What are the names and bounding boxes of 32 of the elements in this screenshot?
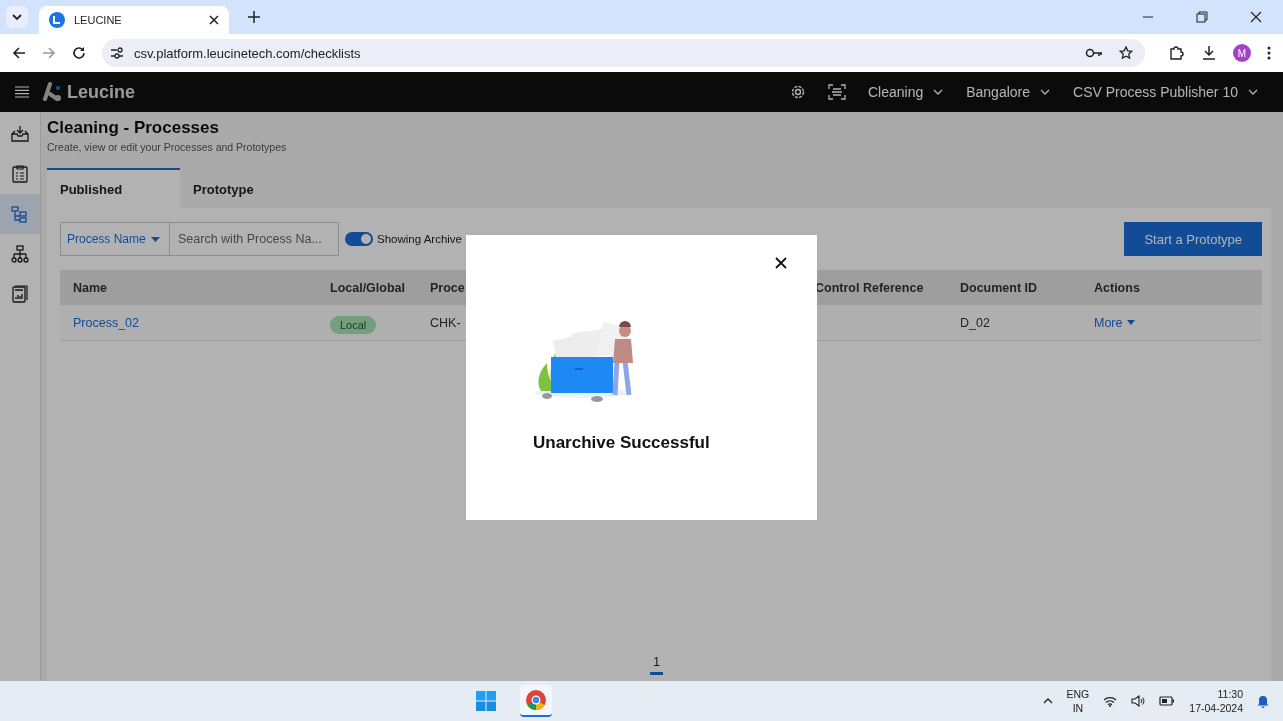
toggle-label: Showing Archive (377, 233, 463, 245)
search-field[interactable]: Search with Process Na... (170, 222, 339, 256)
table-cell: CHK- (430, 315, 461, 330)
column-header: Proce (430, 280, 465, 295)
column-header: Actions (1094, 280, 1140, 295)
page-number[interactable]: 1 (650, 655, 663, 675)
table-cell: D_02 (960, 315, 990, 330)
brand-name: Leucine (67, 81, 136, 103)
more-dropdown[interactable]: More (1094, 315, 1136, 330)
scope-badge: Local (330, 315, 377, 334)
success-message: Unarchive Successful (533, 433, 710, 453)
url-text: csv.platform.leucinetech.com/checklists (134, 45, 361, 61)
page-tab[interactable]: Prototype (180, 168, 313, 208)
page-subtitle: Create, view or edit your Processes and Prototypes (47, 141, 288, 153)
language-indicator[interactable]: ENG IN (1066, 687, 1090, 715)
address-bar[interactable]: csv.platform.leucinetech.com/checklists (102, 39, 1145, 67)
header-dropdown[interactable]: CSV Process Publisher 10 (1061, 84, 1269, 100)
column-header: Control Reference (815, 280, 924, 295)
column-header: Local/Global (330, 280, 405, 295)
page-tab[interactable]: Published (47, 168, 180, 208)
column-header: Name (73, 280, 108, 295)
filter-dropdown[interactable]: Process Name (60, 222, 170, 256)
start-prototype-button[interactable]: Start a Prototype (1124, 222, 1262, 256)
header-dropdown[interactable]: Bangalore (954, 84, 1062, 100)
clock[interactable]: 11:30 17-04-2024 (1189, 687, 1243, 715)
page-title: Cleaning - Processes (47, 118, 220, 138)
profile-avatar[interactable]: M (1233, 44, 1251, 62)
browser-tab[interactable]: LEUCINE (39, 6, 229, 34)
header-dropdown[interactable]: Cleaning (855, 84, 955, 100)
process-link[interactable]: Process_02 (73, 315, 139, 330)
tab-title: LEUCINE (74, 14, 123, 26)
column-header: Document ID (960, 280, 1038, 295)
